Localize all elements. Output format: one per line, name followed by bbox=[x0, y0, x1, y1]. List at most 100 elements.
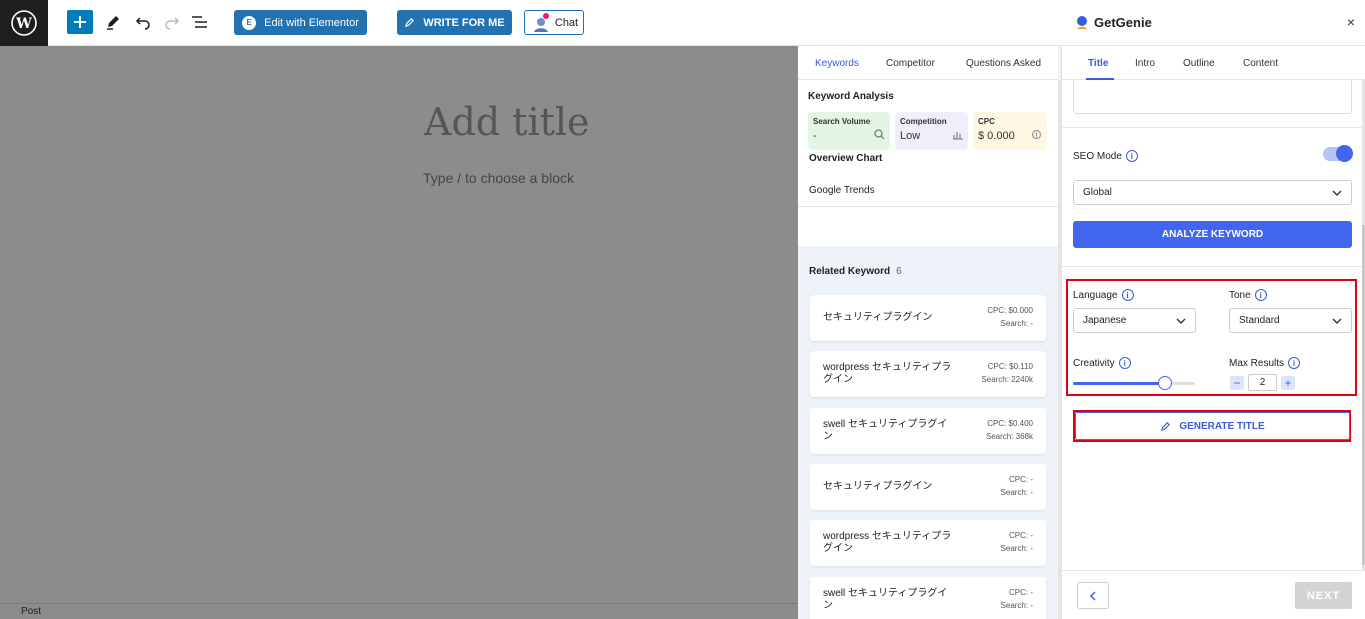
tab-intro[interactable]: Intro bbox=[1135, 58, 1155, 69]
write-for-me-button[interactable]: WRITE FOR ME bbox=[397, 10, 512, 35]
keyword-name: swell セキュリティプラグイン bbox=[823, 588, 948, 611]
related-keyword-card[interactable]: swell セキュリティプラグイン CPC: $0.400 Search: 36… bbox=[810, 408, 1046, 454]
keyword-search: Search: - bbox=[1000, 319, 1033, 328]
chevron-down-icon bbox=[1332, 190, 1342, 196]
related-keyword-card[interactable]: swell セキュリティプラグイン CPC: - Search: - bbox=[810, 577, 1046, 619]
keyword-textarea[interactable] bbox=[1073, 80, 1352, 114]
max-results-input[interactable]: 2 bbox=[1248, 374, 1277, 391]
info-icon[interactable]: i bbox=[1125, 150, 1138, 162]
related-keyword-card[interactable]: セキュリティプラグイン CPC: - Search: - bbox=[810, 464, 1046, 510]
keyword-search: Search: 2240k bbox=[981, 375, 1033, 384]
chevron-down-icon bbox=[1176, 318, 1186, 324]
creativity-text: Creativity bbox=[1073, 357, 1115, 369]
creativity-label: Creativity i bbox=[1073, 357, 1131, 369]
elementor-icon: E bbox=[242, 15, 257, 30]
brand-name: GetGenie bbox=[1094, 14, 1152, 30]
max-results-label: Max Results i bbox=[1229, 357, 1301, 369]
tab-competitor[interactable]: Competitor bbox=[886, 58, 935, 69]
related-keyword-card[interactable]: セキュリティプラグイン CPC: $0.000 Search: - bbox=[810, 295, 1046, 341]
language-value: Japanese bbox=[1083, 315, 1127, 326]
redo-button[interactable] bbox=[162, 12, 182, 32]
tab-content[interactable]: Content bbox=[1243, 58, 1278, 69]
undo-button[interactable] bbox=[133, 12, 153, 32]
seo-mode-text: SEO Mode bbox=[1073, 150, 1122, 162]
close-icon[interactable]: × bbox=[1347, 14, 1355, 30]
add-block-button[interactable] bbox=[67, 10, 93, 34]
next-button[interactable]: NEXT bbox=[1295, 582, 1352, 609]
genie-avatar-icon bbox=[533, 12, 549, 32]
keyword-name: セキュリティプラグイン bbox=[823, 312, 933, 323]
info-icon[interactable]: i bbox=[1118, 357, 1131, 369]
plus-icon bbox=[74, 16, 86, 28]
keyword-name: セキュリティプラグイン bbox=[823, 481, 933, 492]
edit-with-elementor-button[interactable]: E Edit with Elementor bbox=[234, 10, 367, 35]
keyword-name: swell セキュリティプラグイン bbox=[823, 419, 948, 442]
keyword-cpc: CPC: $0.400 bbox=[987, 419, 1033, 428]
keyword-name: wordpress セキュリティプラグイン bbox=[823, 531, 952, 554]
search-volume-card: Search Volume - bbox=[808, 112, 890, 150]
increment-button[interactable]: + bbox=[1281, 375, 1295, 390]
metric-label: CPC bbox=[978, 117, 995, 126]
keyword-cpc: CPC: - bbox=[1009, 475, 1033, 484]
keywords-tabs: Keywords Competitor Questions Asked bbox=[798, 46, 1058, 80]
max-results-text: Max Results bbox=[1229, 357, 1285, 369]
related-keyword-card[interactable]: wordpress セキュリティプラグイン CPC: $0.110 Search… bbox=[810, 351, 1046, 397]
keyword-search: Search: - bbox=[1000, 488, 1033, 497]
status-breadcrumb[interactable]: Post bbox=[21, 606, 41, 617]
search-icon bbox=[874, 129, 885, 143]
analyze-keyword-button[interactable]: ANALYZE KEYWORD bbox=[1073, 221, 1352, 248]
undo-icon bbox=[135, 17, 150, 30]
back-button[interactable] bbox=[1077, 582, 1109, 609]
tone-select[interactable]: Standard bbox=[1229, 308, 1352, 333]
tab-questions-asked[interactable]: Questions Asked bbox=[966, 58, 1041, 69]
language-select[interactable]: Japanese bbox=[1073, 308, 1196, 333]
slider-fill bbox=[1073, 382, 1165, 385]
getgenie-tabs: Title Intro Outline Content bbox=[1062, 46, 1365, 80]
slider-handle[interactable] bbox=[1157, 376, 1172, 390]
toggle-knob bbox=[1336, 145, 1353, 162]
overview-chart-heading[interactable]: Overview Chart bbox=[809, 153, 882, 164]
info-icon[interactable]: i bbox=[1288, 357, 1301, 369]
max-results-stepper: − 2 + bbox=[1230, 374, 1295, 391]
language-text: Language bbox=[1073, 289, 1118, 301]
keyword-search: Search: 368k bbox=[985, 432, 1033, 441]
region-value: Global bbox=[1083, 187, 1112, 198]
creativity-slider[interactable] bbox=[1073, 376, 1195, 390]
bar-chart-icon bbox=[952, 129, 963, 143]
block-placeholder[interactable]: Type / to choose a block bbox=[423, 170, 574, 186]
keyword-cpc: CPC: - bbox=[1009, 588, 1033, 597]
edit-tool-button[interactable] bbox=[103, 12, 123, 32]
document-overview-button[interactable] bbox=[190, 12, 210, 32]
related-keyword-card[interactable]: wordpress セキュリティプラグイン CPC: - Search: - bbox=[810, 520, 1046, 566]
generate-title-button[interactable]: GENERATE TITLE bbox=[1075, 412, 1350, 440]
chat-button[interactable]: Chat bbox=[524, 10, 584, 35]
post-title-input[interactable]: Add title bbox=[424, 100, 590, 144]
pen-icon bbox=[405, 17, 415, 28]
keyword-name: wordpress セキュリティプラグイン bbox=[823, 362, 952, 385]
related-keyword-heading: Related Keyword 6 bbox=[809, 266, 902, 277]
pen-icon bbox=[1161, 421, 1171, 431]
genie-logo-icon bbox=[1077, 16, 1087, 29]
tone-value: Standard bbox=[1239, 315, 1280, 326]
google-trends-heading[interactable]: Google Trends bbox=[809, 185, 875, 196]
divider bbox=[1062, 266, 1362, 267]
keyword-cpc: CPC: $0.110 bbox=[987, 362, 1033, 371]
wordpress-logo-icon[interactable]: W bbox=[0, 0, 48, 46]
keyword-cpc: CPC: $0.000 bbox=[987, 306, 1033, 315]
keyword-search: Search: - bbox=[1000, 601, 1033, 610]
pencil-icon bbox=[107, 16, 119, 30]
decrement-button[interactable]: − bbox=[1230, 375, 1244, 390]
tone-text: Tone bbox=[1229, 289, 1251, 301]
tab-outline[interactable]: Outline bbox=[1183, 58, 1215, 69]
list-view-icon bbox=[192, 16, 207, 28]
info-icon[interactable]: i bbox=[1254, 289, 1267, 301]
tab-keywords[interactable]: Keywords bbox=[815, 58, 859, 69]
editor-statusbar: Post bbox=[0, 603, 798, 619]
region-select[interactable]: Global bbox=[1073, 180, 1352, 205]
seo-mode-toggle[interactable] bbox=[1323, 145, 1353, 162]
tab-title[interactable]: Title bbox=[1088, 58, 1108, 69]
info-icon[interactable]: i bbox=[1121, 289, 1134, 301]
cpc-card: CPC $ 0.000 bbox=[973, 112, 1047, 150]
editor-toolbar: W E Edit with Elementor WRITE FOR ME Cha… bbox=[0, 0, 1062, 46]
getgenie-form: SEO Mode i Global ANALYZE KEYWORD Langua… bbox=[1062, 80, 1362, 570]
